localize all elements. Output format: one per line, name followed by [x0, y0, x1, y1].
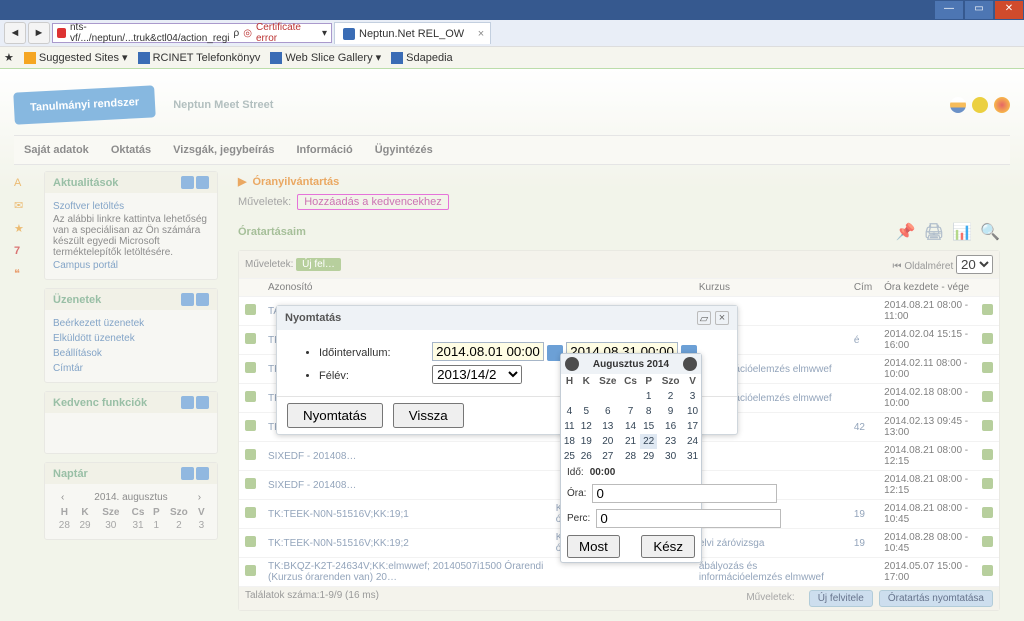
dp-day[interactable]: 6	[595, 404, 621, 419]
fav-suggested[interactable]: Suggested Sites ▾	[24, 51, 128, 64]
dp-day[interactable]: 3	[684, 389, 701, 404]
dp-now-button[interactable]: Most	[567, 535, 620, 558]
dp-day[interactable]: 8	[640, 404, 657, 419]
dp-time-value: 00:00	[590, 467, 616, 478]
dp-day[interactable]: 28	[621, 449, 640, 464]
tab-title: Neptun.Net REL_OW	[359, 28, 464, 40]
dp-day[interactable]: 29	[640, 449, 657, 464]
tab-close-icon[interactable]: ×	[478, 28, 484, 40]
dp-day[interactable]: 21	[621, 434, 640, 449]
dp-day[interactable]: 24	[684, 434, 701, 449]
dp-day[interactable]: 1	[640, 389, 657, 404]
print-button[interactable]: Nyomtatás	[287, 403, 383, 428]
dp-day[interactable]: 22	[640, 434, 657, 449]
page-content: Tanulmányi rendszer Neptun Meet Street S…	[0, 69, 1024, 621]
dp-day[interactable]: 19	[578, 434, 595, 449]
fav-sdapedia[interactable]: Sdapedia	[391, 52, 453, 64]
dp-hour-input[interactable]	[592, 484, 777, 503]
window-maximize[interactable]: ▭	[965, 1, 993, 19]
dialog-close-icon[interactable]: ×	[715, 311, 729, 325]
dp-day[interactable]: 14	[621, 419, 640, 434]
favorites-star-icon[interactable]: ★	[4, 51, 14, 64]
dp-day[interactable]: 7	[621, 404, 640, 419]
dialog-popout-icon[interactable]: ▱	[697, 311, 711, 325]
dp-day[interactable]: 4	[561, 404, 578, 419]
dp-day[interactable]	[621, 389, 640, 404]
browser-toolbar: ◄ ► nts-vf/.../neptun/...truk&ctl04/acti…	[0, 20, 1024, 46]
url-text: nts-vf/.../neptun/...truk&ctl04/action_r…	[70, 22, 230, 44]
window-close[interactable]: ✕	[995, 1, 1023, 19]
fav-slice[interactable]: Web Slice Gallery ▾	[270, 51, 381, 64]
nav-back-button[interactable]: ◄	[4, 22, 26, 44]
dp-day[interactable]: 17	[684, 419, 701, 434]
dp-day[interactable]: 16	[657, 419, 684, 434]
dp-done-button[interactable]: Kész	[641, 535, 695, 558]
ssl-warning-icon	[57, 28, 66, 38]
dp-day[interactable]: 27	[595, 449, 621, 464]
dp-day[interactable]: 10	[684, 404, 701, 419]
dp-grid: HKSzeCsPSzoV 123456789101112131415161718…	[561, 374, 701, 464]
dp-day[interactable]	[578, 389, 595, 404]
dp-day[interactable]: 31	[684, 449, 701, 464]
dp-day[interactable]: 26	[578, 449, 595, 464]
dp-day[interactable]: 30	[657, 449, 684, 464]
interval-label: Időintervallum:	[319, 347, 429, 359]
search-icon: ρ	[234, 28, 240, 39]
cert-error-label: Certificate error	[256, 22, 318, 44]
dp-day[interactable]	[561, 389, 578, 404]
dp-day[interactable]: 25	[561, 449, 578, 464]
dp-min-label: Perc:	[567, 513, 590, 524]
dp-day[interactable]: 9	[657, 404, 684, 419]
dp-prev-icon[interactable]	[565, 357, 579, 371]
cert-error-icon: ◎	[243, 28, 252, 39]
semester-select[interactable]: 2013/14/2	[432, 365, 522, 384]
browser-tab-active[interactable]: Neptun.Net REL_OW ×	[334, 22, 491, 44]
datepicker: Augusztus 2014 HKSzeCsPSzoV 123456789101…	[560, 353, 702, 563]
dp-next-icon[interactable]	[683, 357, 697, 371]
nav-forward-button[interactable]: ►	[28, 22, 50, 44]
fav-rcinet[interactable]: RCINET Telefonkönyv	[138, 52, 261, 64]
dp-hour-label: Óra:	[567, 488, 586, 499]
dp-day[interactable]: 20	[595, 434, 621, 449]
dp-day[interactable]: 5	[578, 404, 595, 419]
dp-time-label: Idő:	[567, 467, 584, 478]
dialog-title: Nyomtatás	[285, 312, 341, 324]
window-titlebar: — ▭ ✕	[0, 0, 1024, 20]
dp-month-label: Augusztus 2014	[579, 359, 683, 370]
dp-day[interactable]: 15	[640, 419, 657, 434]
dp-day[interactable]: 13	[595, 419, 621, 434]
window-minimize[interactable]: —	[935, 1, 963, 19]
dp-min-input[interactable]	[596, 509, 781, 528]
semester-label: Félév:	[319, 370, 429, 382]
address-bar[interactable]: nts-vf/.../neptun/...truk&ctl04/action_r…	[52, 23, 332, 43]
dp-day[interactable]: 11	[561, 419, 578, 434]
dp-day[interactable]	[595, 389, 621, 404]
dp-day[interactable]: 2	[657, 389, 684, 404]
back-button[interactable]: Vissza	[393, 403, 464, 428]
date-from-input[interactable]	[432, 342, 544, 361]
chevron-down-icon[interactable]: ▾	[322, 28, 327, 39]
favorites-bar: ★ Suggested Sites ▾ RCINET Telefonkönyv …	[0, 46, 1024, 68]
dp-day[interactable]: 12	[578, 419, 595, 434]
tab-favicon	[343, 28, 355, 40]
dp-day[interactable]: 23	[657, 434, 684, 449]
browser-chrome: — ▭ ✕ ◄ ► nts-vf/.../neptun/...truk&ctl0…	[0, 0, 1024, 69]
dp-day[interactable]: 18	[561, 434, 578, 449]
